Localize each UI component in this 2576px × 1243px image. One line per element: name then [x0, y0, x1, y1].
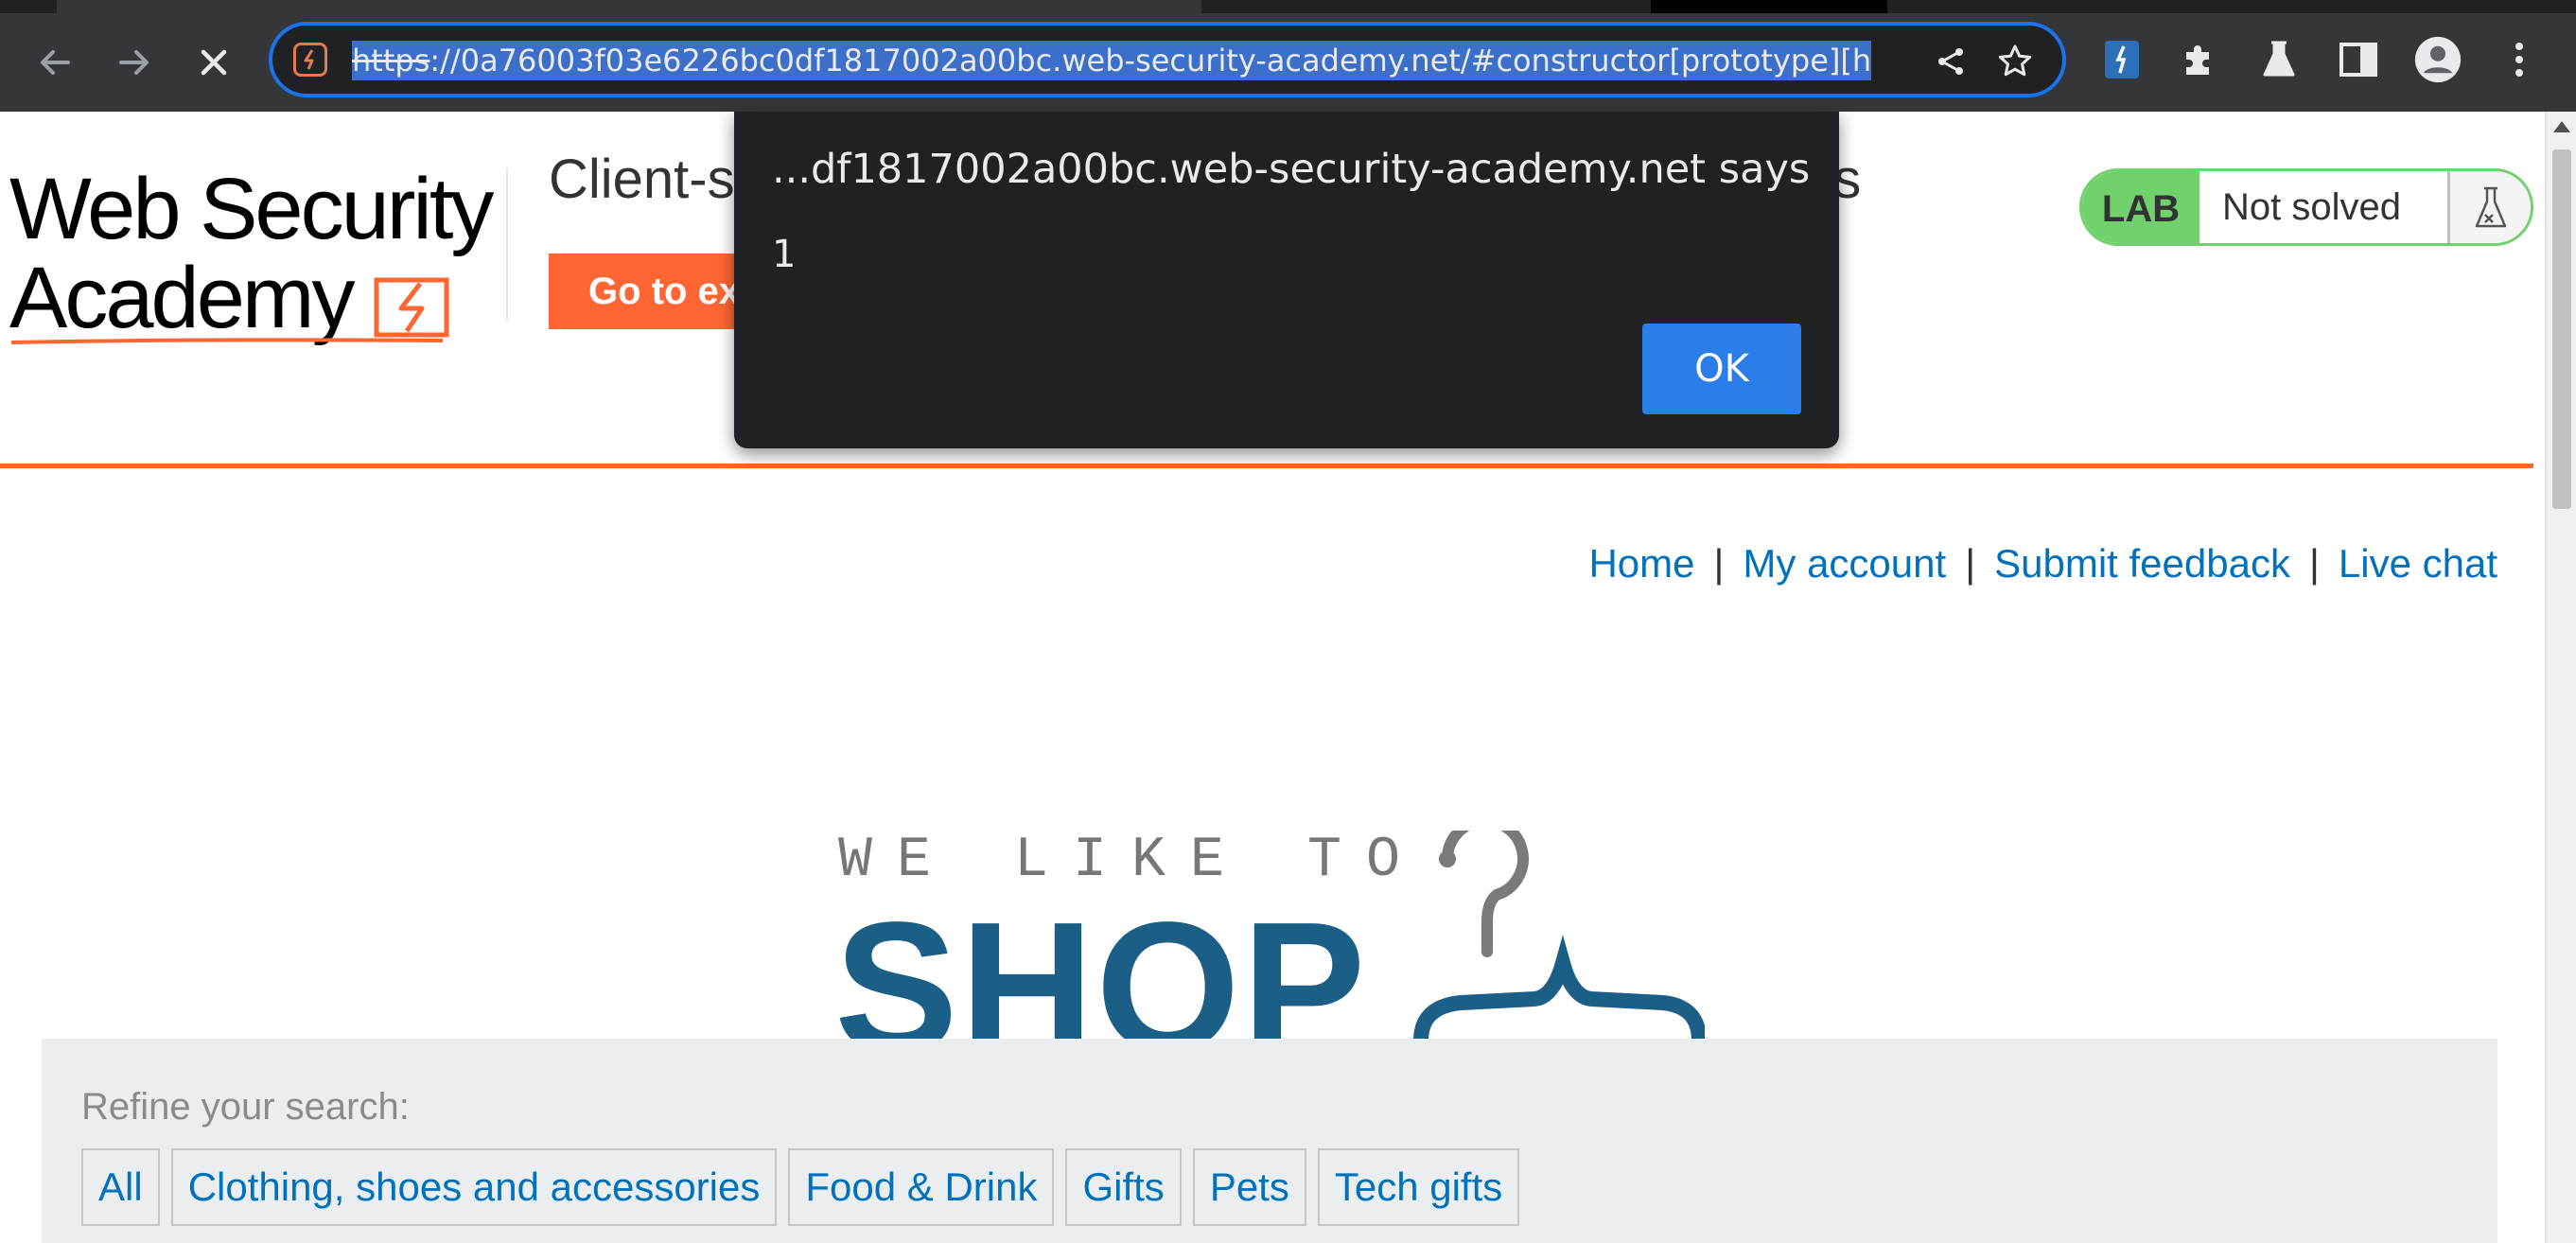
tab[interactable] — [1651, 0, 1887, 13]
header-divider — [506, 168, 508, 320]
filter-all[interactable]: All — [81, 1148, 160, 1226]
forward-button[interactable] — [106, 34, 163, 91]
back-icon — [41, 50, 70, 75]
forward-icon — [119, 50, 149, 75]
nav-my-account-link[interactable]: My account — [1743, 541, 1946, 586]
nav-home-link[interactable]: Home — [1588, 541, 1694, 586]
url-scheme: https — [352, 43, 430, 79]
logo-line1: Web Security — [9, 161, 494, 257]
scrollbar-thumb[interactable] — [2552, 149, 2571, 509]
bookmark-star-icon[interactable] — [1994, 41, 2036, 82]
nav-separator: | — [2308, 541, 2320, 586]
stop-icon — [201, 49, 227, 76]
alert-ok-button[interactable]: OK — [1642, 324, 1801, 414]
url-rest: ://0a76003f03e6226bc0df1817002a00bc.web-… — [429, 43, 1872, 79]
lab-status-text: Not solved — [2222, 186, 2401, 228]
nav-submit-feedback-link[interactable]: Submit feedback — [1994, 541, 2290, 586]
top-nav: Home | My account | Submit feedback | Live cha… — [1588, 541, 2497, 586]
browser-toolbar: https://0a76003f03e6226bc0df1817002a00bc… — [0, 13, 2576, 112]
back-button[interactable] — [26, 34, 83, 91]
lab-status-widget: LAB Not solved — [2079, 168, 2533, 246]
alert-origin: ...df1817002a00bc.web-security-academy.n… — [772, 146, 1811, 193]
go-to-exploit-server-button[interactable]: Go to ex — [549, 254, 757, 329]
lab-tag: LAB — [2082, 171, 2199, 243]
nav-separator: | — [1713, 541, 1725, 586]
filter-food-drink[interactable]: Food & Drink — [788, 1148, 1055, 1226]
page-scrollbar[interactable] — [2545, 112, 2576, 1243]
alert-dialog: ...df1817002a00bc.web-security-academy.n… — [734, 112, 1839, 448]
extension-burp-icon[interactable] — [2098, 36, 2146, 83]
filter-tech-gifts[interactable]: Tech gifts — [1317, 1148, 1520, 1226]
lab-title-left: Client-s — [549, 149, 735, 210]
nav-separator: | — [1965, 541, 1976, 586]
logo-lightning-icon — [374, 277, 449, 338]
filter-clothing[interactable]: Clothing, shoes and accessories — [170, 1148, 778, 1226]
menu-icon[interactable] — [2496, 36, 2543, 83]
tab[interactable] — [57, 0, 1201, 13]
nav-live-chat-link[interactable]: Live chat — [2339, 541, 2497, 586]
logo-underline-icon — [10, 338, 444, 344]
share-icon[interactable] — [1930, 41, 1971, 82]
extensions-puzzle-icon[interactable] — [2176, 36, 2223, 83]
url-text[interactable]: https://0a76003f03e6226bc0df1817002a00bc… — [352, 41, 1872, 80]
stop-button[interactable] — [185, 34, 242, 91]
site-info-icon[interactable] — [293, 43, 327, 77]
side-panel-icon[interactable] — [2335, 36, 2382, 83]
shop-banner: WE LIKE TO SHOP — [834, 717, 1709, 1082]
filter-pets[interactable]: Pets — [1192, 1148, 1306, 1226]
lab-title: Client-ses — [549, 148, 1861, 211]
header-rule — [0, 464, 2533, 468]
refine-label: Refine your search: — [81, 1086, 410, 1128]
scroll-up-arrow-icon[interactable] — [2553, 121, 2570, 132]
labs-flask-icon[interactable] — [2255, 36, 2303, 83]
filter-row: All Clothing, shoes and accessories Food… — [81, 1148, 1520, 1226]
profile-icon[interactable] — [2414, 36, 2462, 83]
filter-panel: Refine your search: All Clothing, shoes … — [42, 1039, 2497, 1243]
tab-strip — [0, 0, 2576, 13]
filter-gifts[interactable]: Gifts — [1065, 1148, 1182, 1226]
address-bar[interactable]: https://0a76003f03e6226bc0df1817002a00bc… — [269, 22, 2066, 97]
flask-icon — [2447, 171, 2531, 243]
alert-message: 1 — [772, 233, 797, 276]
web-security-academy-logo[interactable]: Web Security Academy — [9, 165, 501, 344]
